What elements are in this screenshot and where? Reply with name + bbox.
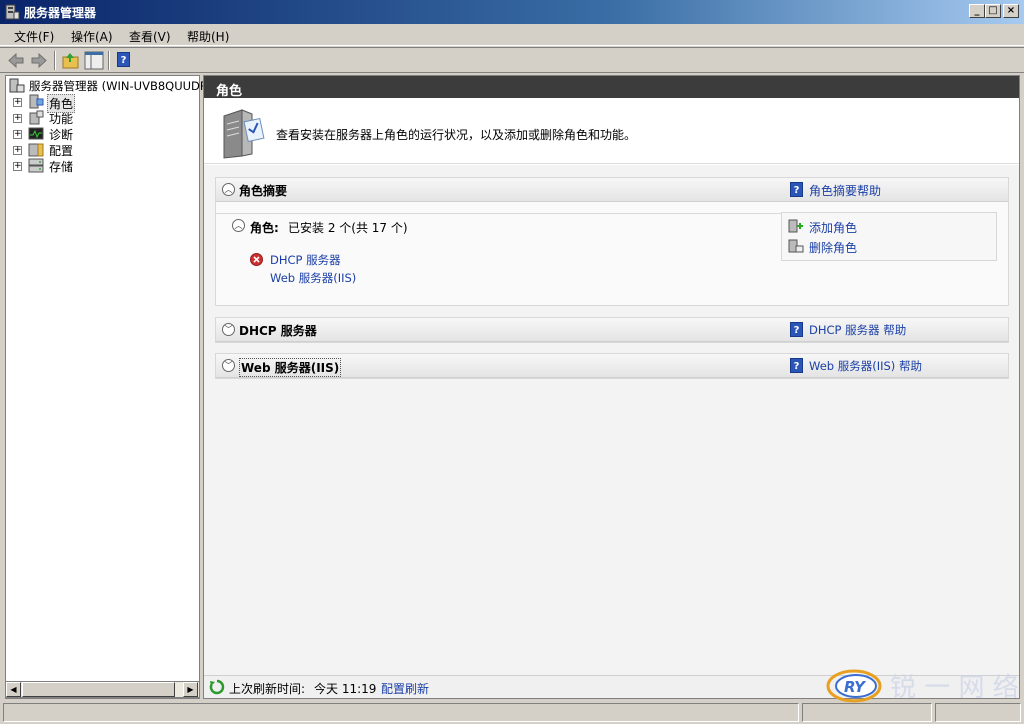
minimize-button[interactable]: _ [969,4,985,18]
help-icon: ? [790,182,803,197]
server-roles-icon [223,109,265,159]
storage-icon [28,158,44,173]
status-panel [935,703,1021,722]
content-header-title: 角色 [216,84,243,99]
help-icon: ? [790,358,803,373]
scroll-left-icon[interactable]: ◀ [6,682,21,697]
expand-icon[interactable]: + [13,98,22,107]
expand-icon[interactable]: + [13,146,22,155]
expand-icon[interactable]: + [13,130,22,139]
configuration-icon [28,143,44,157]
expand-icon[interactable]: + [13,114,22,123]
server-manager-icon [5,4,20,20]
remove-roles-icon [788,239,804,253]
status-bar [0,701,1024,724]
last-refresh-value: 今天 11:19 [314,682,377,696]
remove-roles-link[interactable]: 删除角色 [809,239,857,256]
content-pane: 角色 查看安装在服务器上角色的运行状况，以及添加或删除角色和功能。 ︿ 角色摘要… [203,75,1020,699]
section-header[interactable]: ︿ 角色摘要 ? 角色摘要帮助 [216,178,1008,202]
server-manager-icon [9,78,25,93]
menu-view[interactable]: 查看(V) [129,28,171,45]
tree-item-label: 配置 [49,144,74,158]
features-icon [29,110,44,125]
tree-item-roles[interactable]: + 角色 [6,94,199,113]
close-button[interactable]: × [1003,4,1019,18]
add-roles-icon [788,219,803,233]
tree-item-label: 存储 [49,160,74,174]
section-header[interactable]: ﹀ Web 服务器(IIS) ? Web 服务器(IIS) 帮助 [216,354,1008,378]
show-hide-tree-icon[interactable] [84,51,104,70]
expand-icon[interactable]: ﹀ [222,323,235,336]
svg-text:RY: RY [844,678,867,696]
intro-banner: 查看安装在服务器上角色的运行状况，以及添加或删除角色和功能。 [204,98,1019,164]
section-title: Web 服务器(IIS) [239,358,342,377]
expand-icon[interactable]: ﹀ [222,359,235,372]
configure-refresh-link[interactable]: 配置刷新 [381,680,429,697]
watermark-logo: RY 锐 一 网 络 [826,669,1019,703]
status-panel [3,703,799,722]
content-body: ︿ 角色摘要 ? 角色摘要帮助 ︿ 角色: 已安装 2 个(共 17 个) DH… [204,165,1019,675]
tree-item-storage[interactable]: + 存储 [6,158,199,174]
toolbar: ? [0,47,1024,73]
error-icon [250,253,263,266]
window-title: 服务器管理器 [24,6,97,20]
help-icon: ? [790,322,803,337]
role-link-web[interactable]: Web 服务器(IIS) [270,270,356,286]
expand-icon[interactable]: + [13,162,22,171]
maximize-button[interactable]: □ [985,4,1001,18]
intro-text: 查看安装在服务器上角色的运行状况，以及添加或删除角色和功能。 [276,128,637,142]
help-icon[interactable]: ? [117,52,130,67]
roles-label: 角色: [250,221,279,235]
tree-root-label: 服务器管理器 (WIN-UVB8QUUDP7 [29,79,215,93]
role-summary-section: ︿ 角色摘要 ? 角色摘要帮助 ︿ 角色: 已安装 2 个(共 17 个) DH… [215,177,1009,306]
roles-icon [29,94,44,109]
forward-arrow-icon[interactable] [29,51,49,70]
last-refresh-label: 上次刷新时间: [229,682,306,696]
tree-pane: 服务器管理器 (WIN-UVB8QUUDP7 + 角色 + 功能 + 诊断 + … [5,75,214,699]
svg-text:锐 一 网 络: 锐 一 网 络 [890,673,1019,703]
tree-item-features[interactable]: + 功能 [6,110,199,126]
role-link-dhcp[interactable]: DHCP 服务器 [270,252,341,268]
scroll-right-icon[interactable]: ▶ [183,682,198,697]
tree-item-configuration[interactable]: + 配置 [6,142,199,158]
collapse-icon[interactable]: ︿ [232,219,245,232]
section-title: DHCP 服务器 [239,324,317,338]
web-server-help-link[interactable]: Web 服务器(IIS) 帮助 [809,358,922,374]
tree-root[interactable]: 服务器管理器 (WIN-UVB8QUUDP7 [6,78,214,94]
diagnostics-icon [28,127,44,140]
tree-item-label: 功能 [49,112,74,126]
tree-item-label: 诊断 [49,128,74,142]
tree-horizontal-scrollbar[interactable]: ◀ ▶ [5,681,200,698]
roles-status: 已安装 2 个(共 17 个) [288,221,408,235]
refresh-icon[interactable] [209,679,225,695]
menu-help[interactable]: 帮助(H) [187,28,229,45]
role-summary-help-link[interactable]: 角色摘要帮助 [809,182,881,199]
menu-action[interactable]: 操作(A) [71,28,113,45]
section-title: 角色摘要 [239,184,288,198]
dhcp-help-link[interactable]: DHCP 服务器 帮助 [809,322,906,338]
section-header[interactable]: ﹀ DHCP 服务器 ? DHCP 服务器 帮助 [216,318,1008,342]
roles-actions-panel: 添加角色 删除角色 [781,212,997,261]
collapse-icon[interactable]: ︿ [222,183,235,196]
content-header: 角色 [204,76,1019,99]
dhcp-section: ﹀ DHCP 服务器 ? DHCP 服务器 帮助 [215,317,1009,343]
tree-item-diagnostics[interactable]: + 诊断 [6,126,199,142]
title-bar: 服务器管理器 _ □ × [0,0,1024,24]
toolbar-separator [108,51,110,70]
back-arrow-icon[interactable] [6,51,26,70]
status-panel [802,703,932,722]
web-server-section: ﹀ Web 服务器(IIS) ? Web 服务器(IIS) 帮助 [215,353,1009,379]
menu-bar: 文件(F) 操作(A) 查看(V) 帮助(H) [0,24,1024,46]
toolbar-separator [54,51,56,70]
scrollbar-thumb[interactable] [22,682,175,697]
menu-file[interactable]: 文件(F) [14,28,54,45]
up-folder-icon[interactable] [61,51,81,70]
add-roles-link[interactable]: 添加角色 [809,219,857,236]
